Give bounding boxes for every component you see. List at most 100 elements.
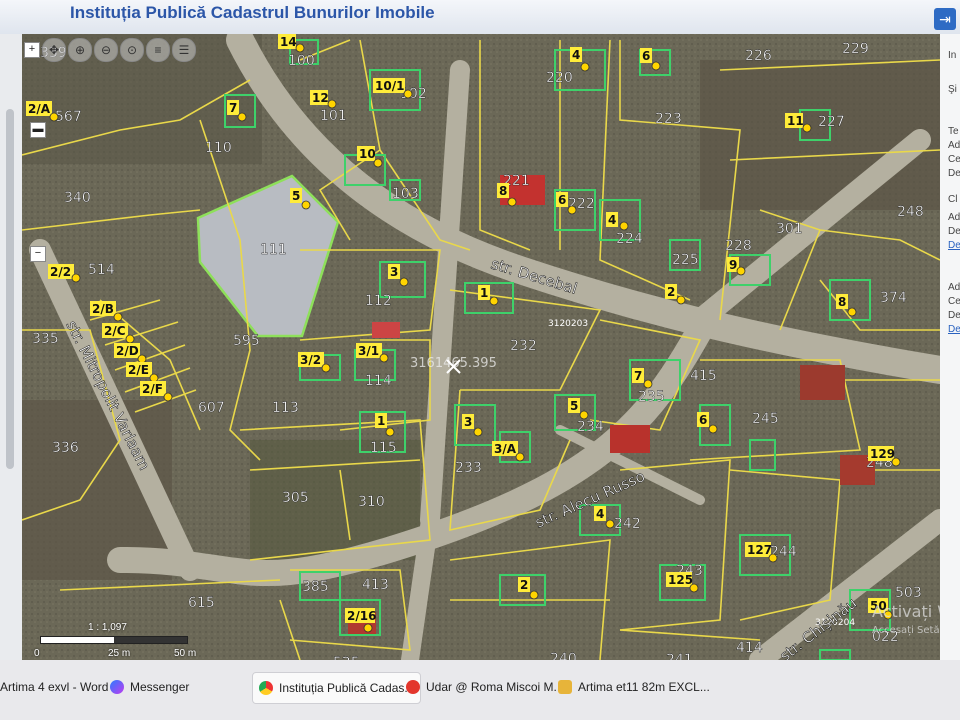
taskbar-item-word[interactable]: Artima 4 exvl - Word (0, 672, 108, 702)
svg-text:12: 12 (312, 91, 329, 105)
pan-icon[interactable]: ✥ (42, 38, 66, 62)
measure-icon[interactable]: ≡ (146, 38, 170, 62)
parcel-226: 226 (745, 48, 772, 64)
zoom-out-button[interactable]: − (30, 246, 46, 262)
site-header: Instituția Publică Cadastrul Bunurilor I… (0, 0, 960, 34)
svg-text:2/2: 2/2 (50, 265, 71, 279)
panel-link[interactable]: De (948, 324, 960, 335)
taskbar-item-udar[interactable]: Udar @ Roma Miscoi M... (406, 672, 564, 702)
scale-tick-0: 0 (34, 648, 40, 659)
file-icon (558, 680, 572, 694)
taskbar-item-messenger[interactable]: Messenger (110, 672, 189, 702)
svg-text:6: 6 (699, 413, 707, 427)
zoom-extent-icon[interactable]: ⊙ (120, 38, 144, 62)
svg-text:7: 7 (229, 101, 237, 115)
scale-tick-25: 25 m (108, 648, 131, 659)
parcel-595: 595 (233, 333, 260, 349)
panel-text: Te (948, 126, 959, 137)
parcel-227: 227 (818, 114, 845, 130)
parcel-111: 111 (260, 242, 287, 258)
panel-link[interactable]: De (948, 240, 960, 251)
parcel-114: 114 (365, 373, 392, 389)
panel-text: Ad (948, 140, 960, 151)
svg-text:3: 3 (464, 415, 472, 429)
parcel-113: 113 (272, 400, 299, 416)
taskbar-item-excel[interactable]: Artima et11 82m EXCL... (558, 672, 710, 702)
panel-text: Ad (948, 212, 960, 223)
taskbar-label: Messenger (130, 680, 190, 694)
svg-text:11: 11 (787, 114, 804, 128)
svg-text:4: 4 (608, 213, 616, 227)
panel-text: De (948, 226, 960, 237)
map-toolbar: + ✥ ⊕ ⊖ ⊙ ≡ ☰ (24, 38, 196, 62)
parcel-301: 301 (776, 221, 803, 237)
panel-text: De (948, 168, 960, 179)
layers-icon[interactable]: ☰ (172, 38, 196, 62)
parcel-110: 110 (205, 140, 232, 156)
panel-text: De (948, 310, 960, 321)
parcel-240: 240 (550, 651, 577, 660)
zoom-out-icon[interactable]: ⊖ (94, 38, 118, 62)
parcel-415: 415 (690, 368, 717, 384)
parcel-100: 100 (288, 53, 315, 69)
panel-text: Ce (948, 154, 960, 165)
cadastral-zone-3120203: 3120203 (548, 319, 588, 329)
taskbar-label: Instituția Publică Cadas... (279, 681, 415, 695)
taskbar-item-cadastru[interactable]: Instituția Publică Cadas... (252, 672, 422, 704)
svg-text:8: 8 (499, 184, 507, 198)
activate-windows-subtext: Accesați Setări (872, 625, 940, 636)
parcel-220: 220 (546, 70, 573, 86)
svg-text:2/E: 2/E (128, 363, 149, 377)
svg-text:1: 1 (377, 414, 385, 428)
parcel-615: 615 (188, 595, 215, 611)
parcel-607: 607 (198, 400, 225, 416)
scale-tick-50: 50 m (174, 648, 197, 659)
parcel-374: 374 (880, 290, 907, 306)
panel-text: Şi (948, 84, 957, 95)
zoom-in-button[interactable]: + (24, 42, 40, 58)
zoom-slider-handle[interactable]: ▬ (30, 122, 46, 138)
parcel-223: 223 (655, 111, 682, 127)
svg-text:4: 4 (572, 48, 580, 62)
parcel-224: 224 (616, 231, 643, 247)
parcel-112: 112 (365, 293, 392, 309)
messenger-icon (110, 680, 124, 694)
cadastral-map[interactable]: 339 100 101 102 103 110 111 112 113 114 … (22, 34, 940, 660)
svg-text:2/B: 2/B (92, 302, 114, 316)
parcel-335: 335 (32, 331, 59, 347)
svg-text:6: 6 (558, 193, 566, 207)
svg-text:2: 2 (520, 578, 528, 592)
taskbar-label: Artima et11 82m EXCL... (578, 680, 710, 694)
chrome-icon (259, 681, 273, 695)
svg-text:129: 129 (870, 447, 895, 461)
parcel-514: 514 (88, 262, 115, 278)
site-title: Instituția Publică Cadastrul Bunurilor I… (70, 3, 435, 22)
svg-text:7: 7 (634, 369, 642, 383)
login-icon[interactable]: ⇥ (934, 8, 956, 30)
svg-text:5: 5 (292, 189, 300, 203)
map-canvas[interactable]: 339 100 101 102 103 110 111 112 113 114 … (22, 34, 940, 660)
windows-taskbar: Artima 4 exvl - Word Messenger Instituți… (0, 660, 960, 720)
left-scroll-panel (0, 34, 22, 660)
scrollbar[interactable] (6, 109, 14, 469)
svg-text:2/16: 2/16 (347, 609, 376, 623)
svg-text:5: 5 (570, 399, 578, 413)
zoom-in-icon[interactable]: ⊕ (68, 38, 92, 62)
parcel-225: 225 (672, 252, 699, 268)
svg-text:1: 1 (480, 286, 488, 300)
parcel-101: 101 (320, 108, 347, 124)
parcel-567: 567 (55, 109, 82, 125)
panel-text: In (948, 50, 957, 61)
parcel-340: 340 (64, 190, 91, 206)
parcel-305: 305 (282, 490, 309, 506)
parcel-229: 229 (842, 41, 869, 57)
svg-text:3/A: 3/A (494, 442, 517, 456)
parcel-241: 241 (666, 652, 693, 660)
browser-icon (406, 680, 420, 694)
svg-text:2/A: 2/A (28, 102, 51, 116)
parcel-248b: 248 (897, 204, 924, 220)
svg-text:8: 8 (838, 295, 846, 309)
parcel-414: 414 (736, 640, 763, 656)
svg-text:2/D: 2/D (116, 344, 139, 358)
info-side-panel: In Şi Te Ad Ce De Cl Ad De De Ad Ce De D… (940, 34, 960, 660)
